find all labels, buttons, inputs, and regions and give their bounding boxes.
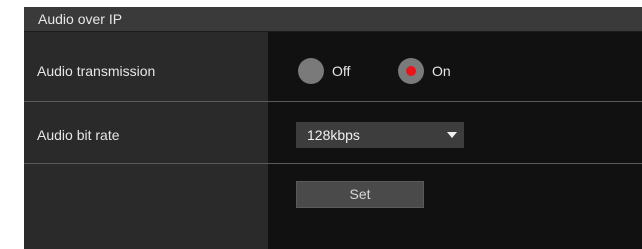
radio-off-label: Off [332, 63, 351, 79]
chevron-down-icon [447, 132, 457, 138]
row-divider [24, 101, 642, 102]
row-divider [24, 163, 642, 164]
audio-bit-rate-select[interactable]: 128kbps [296, 122, 464, 148]
radio-off-circle[interactable] [298, 58, 324, 84]
audio-transmission-label: Audio transmission [37, 63, 156, 79]
audio-transmission-on-radio[interactable]: On [398, 58, 451, 84]
audio-over-ip-panel: Audio over IP Audio transmission Off On … [0, 0, 642, 249]
audio-bit-rate-value: 128kbps [307, 127, 360, 143]
audio-bit-rate-label: Audio bit rate [37, 127, 120, 143]
radio-selected-dot [406, 66, 416, 76]
radio-on-circle[interactable] [398, 58, 424, 84]
radio-on-label: On [432, 63, 451, 79]
set-button[interactable]: Set [296, 181, 424, 208]
audio-transmission-off-radio[interactable]: Off [298, 58, 350, 84]
section-header: Audio over IP [24, 7, 642, 32]
section-title: Audio over IP [38, 11, 123, 27]
